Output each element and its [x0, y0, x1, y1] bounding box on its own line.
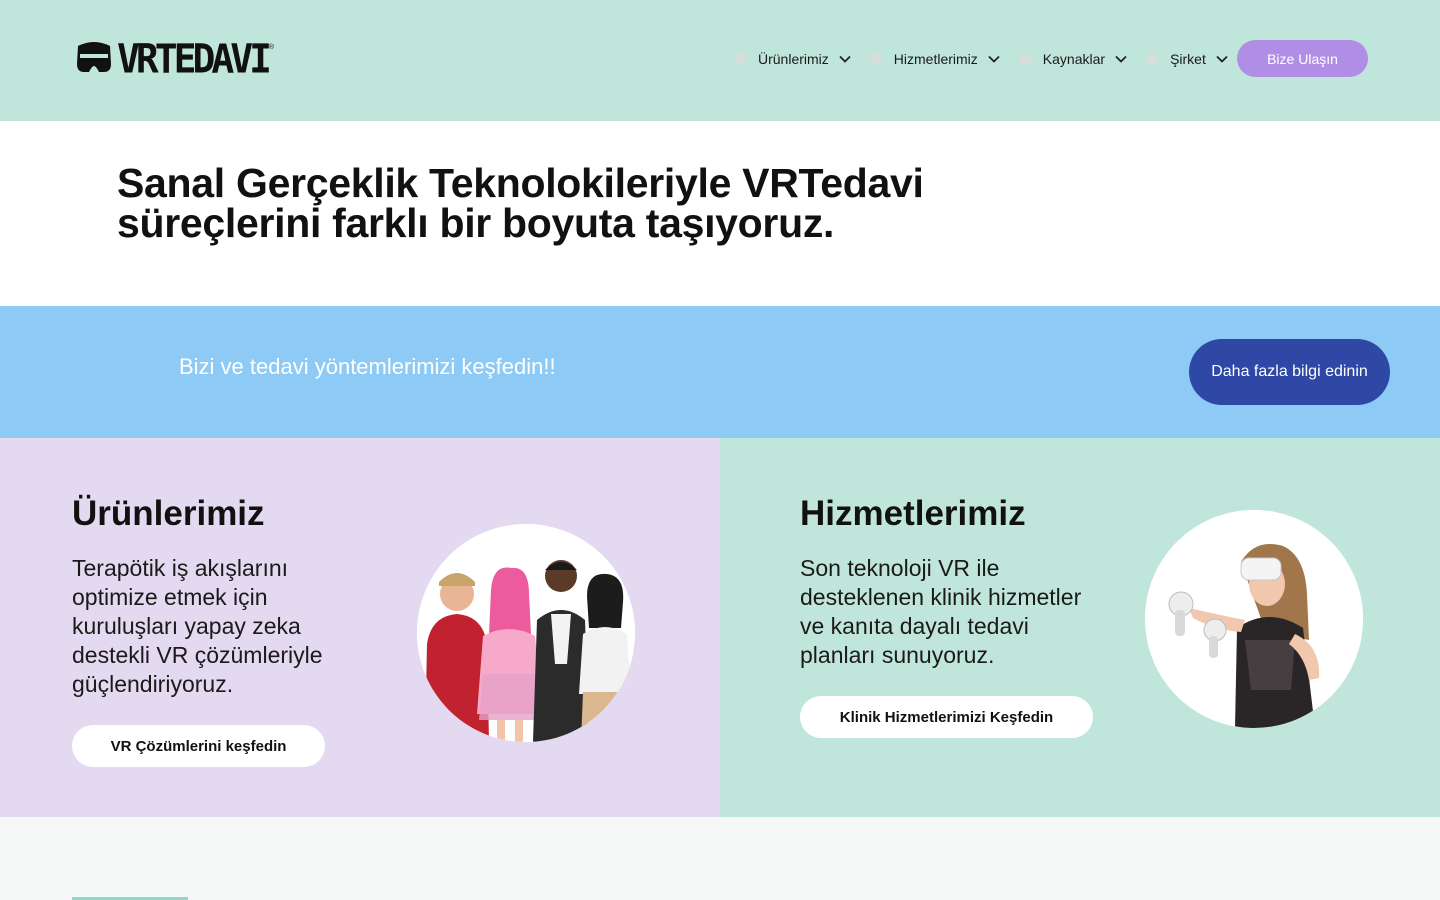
next-section: [0, 817, 1440, 900]
chevron-down-icon: [839, 55, 851, 63]
nav-label: Hizmetlerimiz: [893, 50, 978, 67]
services-title: Hizmetlerimiz: [800, 494, 1026, 533]
nav-item-resources[interactable]: Kaynaklar: [1018, 40, 1128, 77]
avatars-illustration: [417, 524, 635, 742]
vr-user-illustration: [1145, 510, 1363, 728]
nav-item-company[interactable]: Şirket: [1146, 40, 1229, 77]
hero-title: Sanal Gerçeklik Teknolokileriyle VRTedav…: [117, 160, 924, 246]
vr-headset-icon: [77, 42, 111, 72]
site-header: VRTEDAVI ® Ürünlerimiz Hizmetlerimiz Kay…: [0, 0, 1440, 121]
vr-user-image: [1145, 510, 1363, 728]
nav-label: Şirket: [1170, 50, 1206, 67]
products-card: Ürünlerimiz Terapötik iş akışlarını opti…: [0, 438, 720, 817]
nav-label: Ürünlerimiz: [758, 50, 829, 67]
chevron-down-icon: [1216, 55, 1228, 63]
nav-dot-icon: [734, 52, 746, 65]
logo-wordmark: VRTEDAVI: [117, 35, 272, 83]
services-card: Hizmetlerimiz Son teknoloji VR ile deste…: [720, 438, 1440, 817]
nav-dot-icon: [869, 52, 882, 65]
logo[interactable]: VRTEDAVI ®: [74, 35, 274, 83]
nav-item-services[interactable]: Hizmetlerimiz: [869, 40, 1001, 77]
nav-item-products[interactable]: Ürünlerimiz: [734, 40, 852, 77]
learn-more-button[interactable]: Daha fazla bilgi edinin: [1189, 339, 1390, 405]
nav-label: Kaynaklar: [1042, 50, 1106, 67]
contact-button[interactable]: Bize Ulaşın: [1237, 40, 1368, 77]
registered-mark: ®: [268, 44, 275, 51]
avatars-image: [417, 524, 635, 742]
nav-dot-icon: [1146, 52, 1159, 65]
banner-text: Bizi ve tedavi yöntemlerimizi keşfedin!!: [179, 354, 556, 379]
explore-vr-solutions-button[interactable]: VR Çözümlerini keşfedin: [72, 725, 325, 767]
chevron-down-icon: [988, 55, 1000, 63]
discover-banner: Bizi ve tedavi yöntemlerimizi keşfedin!!…: [0, 306, 1440, 438]
hero-section: Sanal Gerçeklik Teknolokileriyle VRTedav…: [0, 121, 1440, 306]
explore-clinical-services-button[interactable]: Klinik Hizmetlerimizi Keşfedin: [800, 696, 1093, 738]
main-nav: Ürünlerimiz Hizmetlerimiz Kaynaklar Şirk…: [734, 40, 1247, 77]
chevron-down-icon: [1115, 55, 1127, 63]
products-description: Terapötik iş akışlarını optimize etmek i…: [72, 555, 323, 697]
nav-dot-icon: [1018, 52, 1031, 65]
products-title: Ürünlerimiz: [72, 494, 265, 533]
services-description: Son teknoloji VR ile desteklenen klinik …: [800, 555, 1082, 668]
